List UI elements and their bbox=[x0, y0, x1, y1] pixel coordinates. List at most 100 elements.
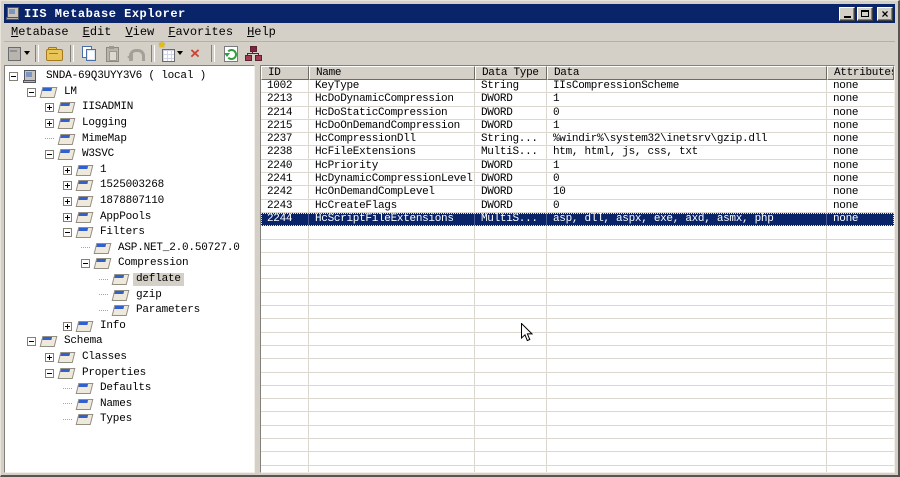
minimize-button[interactable] bbox=[839, 6, 855, 21]
tree-node-logging[interactable]: Logging bbox=[5, 116, 254, 132]
close-button[interactable]: × bbox=[877, 6, 893, 21]
maximize-button[interactable] bbox=[857, 6, 873, 21]
property-row-2243[interactable]: 2243 HcCreateFlags DWORD 0 none bbox=[261, 199, 894, 213]
tree-node-gzip[interactable]: gzip bbox=[5, 287, 254, 303]
tree-node-snda-69q3uyy3v6-local-[interactable]: SNDA-69Q3UYY3V6 ( local ) bbox=[5, 69, 254, 85]
menu-item-help[interactable]: Help bbox=[240, 24, 283, 40]
empty-row[interactable] bbox=[261, 439, 894, 453]
tree-node-types[interactable]: Types bbox=[5, 412, 254, 428]
tree-node-1[interactable]: 1 bbox=[5, 163, 254, 179]
tree-node-mimemap[interactable]: MimeMap bbox=[5, 131, 254, 147]
new-key-button[interactable]: * bbox=[157, 40, 183, 63]
chevron-down-icon[interactable] bbox=[24, 51, 30, 55]
property-row-2213[interactable]: 2213 HcDoDynamicCompression DWORD 1 none bbox=[261, 93, 894, 107]
empty-row[interactable] bbox=[261, 332, 894, 346]
metabase-tree-pane[interactable]: SNDA-69Q3UYY3V6 ( local ) LM IISADMIN Loggi… bbox=[4, 65, 255, 473]
tree-node-properties[interactable]: Properties bbox=[5, 365, 254, 381]
expand-icon[interactable] bbox=[63, 212, 72, 222]
collapse-icon[interactable] bbox=[27, 87, 36, 97]
collapse-icon[interactable] bbox=[63, 228, 72, 238]
expand-icon[interactable] bbox=[63, 321, 72, 331]
empty-row[interactable] bbox=[261, 385, 894, 400]
column-header-id[interactable]: ID bbox=[261, 66, 309, 80]
tree-node-deflate[interactable]: deflate bbox=[5, 272, 254, 288]
property-row-2238[interactable]: 2238 HcFileExtensions MultiS... htm, html, … bbox=[261, 146, 894, 160]
empty-row[interactable] bbox=[261, 306, 894, 320]
expand-icon[interactable] bbox=[45, 352, 54, 362]
expand-icon[interactable] bbox=[63, 181, 72, 191]
tree-node-classes[interactable]: Classes bbox=[5, 350, 254, 366]
empty-row[interactable] bbox=[261, 279, 894, 293]
tree-node-compression[interactable]: Compression bbox=[5, 256, 254, 272]
expand-icon[interactable] bbox=[63, 197, 72, 207]
property-row-2215[interactable]: 2215 HcDoOnDemandCompression DWORD 1 none bbox=[261, 119, 894, 134]
tree-node-filters[interactable]: Filters bbox=[5, 225, 254, 241]
property-row-2241[interactable]: 2241 HcDynamicCompressionLevel DWORD 0 none bbox=[261, 173, 894, 187]
empty-row[interactable] bbox=[261, 412, 894, 426]
column-header-attributes[interactable]: Attributes bbox=[827, 66, 894, 80]
empty-row[interactable] bbox=[261, 452, 894, 466]
collapse-icon[interactable] bbox=[9, 72, 18, 82]
tree-node-names[interactable]: Names bbox=[5, 396, 254, 412]
menu-item-metabase[interactable]: Metabase bbox=[4, 24, 76, 40]
connect-server-button[interactable] bbox=[8, 43, 30, 63]
property-row-2242[interactable]: 2242 HcOnDemandCompLevel DWORD 10 none bbox=[261, 186, 894, 200]
menu-item-edit[interactable]: Edit bbox=[76, 24, 119, 40]
menu-item-favorites[interactable]: Favorites bbox=[161, 24, 240, 40]
collapse-icon[interactable] bbox=[45, 368, 54, 378]
hierarchy-view-button[interactable] bbox=[242, 43, 264, 63]
collapse-icon[interactable] bbox=[27, 337, 36, 347]
empty-row[interactable] bbox=[261, 425, 894, 440]
copy-button[interactable] bbox=[78, 43, 100, 63]
hierarchy-view-icon bbox=[245, 45, 262, 61]
properties-list-pane[interactable]: ID Name Data Type Data Attributes 1002 KeyTyp… bbox=[260, 65, 895, 473]
column-header-data[interactable]: Data bbox=[547, 66, 827, 80]
empty-row[interactable] bbox=[261, 292, 894, 307]
toolbar-separator bbox=[35, 44, 39, 62]
column-header-name[interactable]: Name bbox=[309, 66, 475, 80]
property-row-2237[interactable]: 2237 HcCompressionDll String... %windir%\sy… bbox=[261, 133, 894, 147]
expand-icon[interactable] bbox=[45, 119, 54, 129]
title-bar[interactable]: IIS Metabase Explorer × bbox=[4, 4, 895, 23]
tree-node-defaults[interactable]: Defaults bbox=[5, 381, 254, 397]
empty-row[interactable] bbox=[261, 319, 894, 333]
paste-button[interactable] bbox=[101, 43, 123, 63]
expand-icon[interactable] bbox=[45, 103, 54, 113]
property-row-2240[interactable]: 2240 HcPriority DWORD 1 none bbox=[261, 159, 894, 174]
tree-node-1878807110[interactable]: 1878807110 bbox=[5, 194, 254, 210]
tree-node-info[interactable]: Info bbox=[5, 319, 254, 335]
empty-row[interactable] bbox=[261, 399, 894, 413]
empty-row[interactable] bbox=[261, 465, 894, 472]
empty-row[interactable] bbox=[261, 266, 894, 280]
tree-node-apppools[interactable]: AppPools bbox=[5, 209, 254, 225]
tree-node-iisadmin[interactable]: IISADMIN bbox=[5, 100, 254, 116]
chevron-down-icon[interactable] bbox=[177, 51, 183, 55]
tree-connector bbox=[45, 138, 54, 140]
collapse-icon[interactable] bbox=[45, 150, 54, 160]
refresh-button[interactable] bbox=[219, 43, 241, 63]
empty-row[interactable] bbox=[261, 345, 894, 360]
new-key-icon: * bbox=[157, 40, 175, 62]
expand-icon[interactable] bbox=[63, 165, 72, 175]
menu-item-view[interactable]: View bbox=[118, 24, 161, 40]
property-row-2214[interactable]: 2214 HcDoStaticCompression DWORD 0 none bbox=[261, 106, 894, 120]
column-header-data-type[interactable]: Data Type bbox=[475, 66, 547, 80]
empty-row[interactable] bbox=[261, 239, 894, 253]
property-row-1002[interactable]: 1002 KeyType String IIsCompressionScheme non… bbox=[261, 80, 894, 94]
tree-node-w3svc[interactable]: W3SVC bbox=[5, 147, 254, 163]
delete-button[interactable]: × bbox=[184, 43, 206, 63]
tree-node-schema[interactable]: Schema bbox=[5, 334, 254, 350]
cell-name: HcCreateFlags bbox=[309, 199, 475, 213]
save-button[interactable] bbox=[43, 43, 65, 63]
tree-node-lm[interactable]: LM bbox=[5, 85, 254, 101]
empty-row[interactable] bbox=[261, 252, 894, 267]
tree-node-asp-net-2-0-50727-0[interactable]: ASP.NET_2.0.50727.0 bbox=[5, 241, 254, 257]
tree-node-parameters[interactable]: Parameters bbox=[5, 303, 254, 319]
empty-row[interactable] bbox=[261, 226, 894, 240]
undo-button[interactable] bbox=[124, 43, 146, 63]
empty-row[interactable] bbox=[261, 372, 894, 386]
property-row-2244[interactable]: 2244 HcScriptFileExtensions MultiS... asp, … bbox=[261, 212, 894, 227]
tree-node-1525003268[interactable]: 1525003268 bbox=[5, 178, 254, 194]
empty-row[interactable] bbox=[261, 359, 894, 373]
collapse-icon[interactable] bbox=[81, 259, 90, 269]
